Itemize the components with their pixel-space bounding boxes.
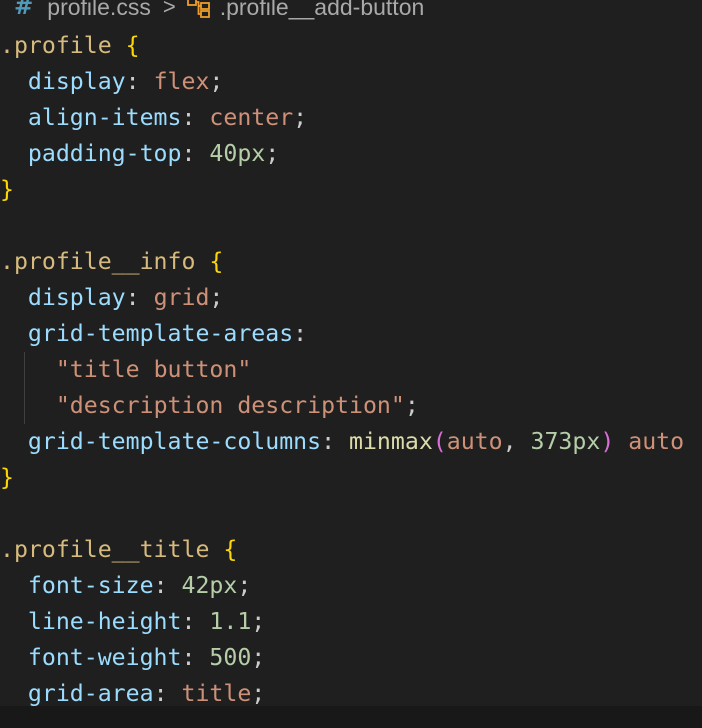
code-token: ; <box>209 68 224 95</box>
code-token: grid <box>153 284 210 311</box>
indent-guide <box>24 352 25 388</box>
code-token: : <box>125 284 154 311</box>
code-editor[interactable]: .profile { display: flex; align-items: c… <box>0 28 702 712</box>
code-token: ; <box>265 140 280 167</box>
code-token: line-height <box>27 608 182 635</box>
code-line[interactable]: padding-top: 40px; <box>0 136 702 172</box>
code-line[interactable]: font-size: 42px; <box>0 568 702 604</box>
chevron-right-icon: > <box>162 0 176 19</box>
code-token: } <box>0 464 14 491</box>
code-token: 42px <box>181 572 238 599</box>
code-token: { <box>209 248 224 275</box>
code-token: ) <box>600 428 615 455</box>
code-token: padding-top <box>27 140 182 167</box>
editor-bottom-edge <box>0 706 702 728</box>
code-token: , <box>502 428 531 455</box>
breadcrumb-symbol[interactable]: .profile__add-button <box>220 0 425 21</box>
code-token: 500 <box>209 644 252 671</box>
code-token: ; <box>237 572 252 599</box>
code-token: .profile__info <box>0 248 196 275</box>
code-token: : <box>181 140 210 167</box>
code-token: ; <box>251 644 266 671</box>
code-token: : <box>125 68 154 95</box>
code-line[interactable]: align-items: center; <box>0 100 702 136</box>
code-token: ; <box>209 284 224 311</box>
code-token: grid-area <box>27 680 154 707</box>
code-line[interactable]: } <box>0 172 702 208</box>
code-token: 40px <box>209 140 266 167</box>
code-token: minmax <box>349 428 433 455</box>
code-token: align-items <box>27 104 182 131</box>
code-token: ; <box>404 392 419 419</box>
code-token: ; <box>251 608 266 635</box>
code-line[interactable] <box>0 496 702 532</box>
code-token: { <box>125 32 140 59</box>
code-token: : <box>181 104 210 131</box>
code-line[interactable]: line-height: 1.1; <box>0 604 702 640</box>
code-token: auto <box>628 428 685 455</box>
code-token: "title button" <box>55 356 252 383</box>
code-line[interactable]: .profile__title { <box>0 532 702 568</box>
code-line[interactable]: grid-template-columns: minmax(auto, 373p… <box>0 424 702 460</box>
code-token: { <box>223 536 238 563</box>
code-token: .profile__title <box>0 536 210 563</box>
code-token: auto <box>446 428 503 455</box>
code-token: grid-template-columns <box>27 428 322 455</box>
code-token: title <box>181 680 252 707</box>
code-token: display <box>27 284 126 311</box>
code-token: } <box>0 176 14 203</box>
code-token: display <box>27 68 126 95</box>
code-token: : <box>321 428 350 455</box>
code-token: 1.1 <box>209 608 252 635</box>
code-token: ; <box>251 680 266 707</box>
code-token: center <box>209 104 294 131</box>
code-line[interactable] <box>0 208 702 244</box>
breadcrumb-file[interactable]: profile.css <box>47 0 151 21</box>
code-token: ; <box>293 104 308 131</box>
code-token: font-weight <box>27 644 182 671</box>
code-token: : <box>181 608 210 635</box>
code-line[interactable]: display: flex; <box>0 64 702 100</box>
code-line[interactable]: .profile__info { <box>0 244 702 280</box>
code-token: : <box>153 680 182 707</box>
code-token: 373px <box>530 428 601 455</box>
css-hash-icon: # <box>14 0 34 20</box>
code-line[interactable]: "description description"; <box>0 388 702 424</box>
class-symbol-icon <box>186 0 212 19</box>
code-line[interactable]: "title button" <box>0 352 702 388</box>
breadcrumb: # profile.css > .profile__add-button <box>0 0 702 24</box>
code-token: "description description" <box>55 392 405 419</box>
code-token: : <box>153 572 182 599</box>
code-token: flex <box>153 68 210 95</box>
code-line[interactable]: display: grid; <box>0 280 702 316</box>
code-token: grid-template-areas <box>27 320 294 347</box>
code-line[interactable]: } <box>0 460 702 496</box>
code-token: .profile <box>0 32 112 59</box>
code-token: font-size <box>27 572 154 599</box>
code-token: ( <box>432 428 447 455</box>
code-line[interactable]: .profile { <box>0 28 702 64</box>
code-token: : <box>293 320 308 347</box>
code-line[interactable]: font-weight: 500; <box>0 640 702 676</box>
indent-guide <box>24 388 25 424</box>
code-token: : <box>181 644 210 671</box>
code-line[interactable]: grid-template-areas: <box>0 316 702 352</box>
